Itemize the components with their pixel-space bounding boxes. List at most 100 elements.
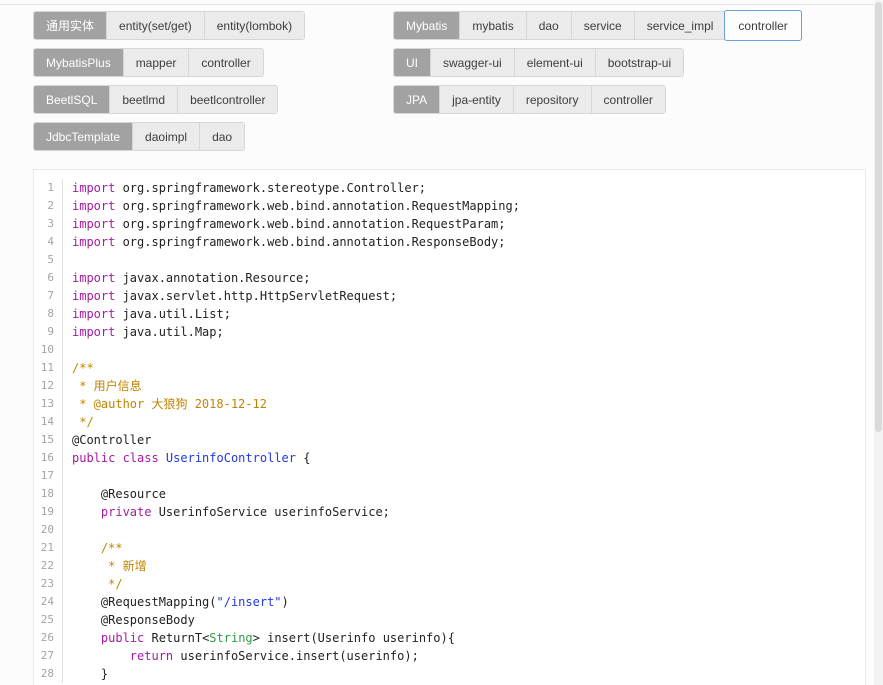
- tab-mybatis-plus-controller[interactable]: controller: [188, 49, 262, 76]
- code-token: org.springframework.web.bind.annotation.…: [115, 199, 520, 213]
- code-line: 18 @Resource: [34, 485, 865, 503]
- tab-mybatis-service-impl[interactable]: service_impl: [634, 12, 726, 39]
- line-number: 6: [34, 269, 62, 287]
- code-line: 4import org.springframework.web.bind.ann…: [34, 233, 865, 251]
- line-number: 21: [34, 539, 62, 557]
- tab-group-label-beetlsql: BeetlSQL: [34, 86, 109, 113]
- code-line: 22 * 新增: [34, 557, 865, 575]
- tab-jpa-controller[interactable]: controller: [591, 86, 665, 113]
- tab-jdbc-template-daoimpl[interactable]: daoimpl: [132, 123, 199, 150]
- code-line-text: return userinfoService.insert(userinfo);: [62, 647, 865, 665]
- code-token: */: [72, 415, 94, 429]
- code-line-text: import org.springframework.stereotype.Co…: [62, 179, 865, 197]
- tab-mybatis-plus-mapper[interactable]: mapper: [123, 49, 189, 76]
- vertical-scrollbar[interactable]: [874, 0, 883, 685]
- toolbar-right-column: Mybatismybatisdaoserviceservice_implcont…: [393, 11, 802, 151]
- code-line-text: * 新增: [62, 557, 865, 575]
- line-number: 15: [34, 431, 62, 449]
- tab-mybatis-controller[interactable]: controller: [724, 10, 801, 41]
- code-token: * 新增: [72, 559, 147, 573]
- line-number: 27: [34, 647, 62, 665]
- code-line-text: public ReturnT<String> insert(Userinfo u…: [62, 629, 865, 647]
- tab-ui-element-ui[interactable]: element-ui: [514, 49, 595, 76]
- tab-group-mybatis-plus: MybatisPlusmappercontroller: [33, 48, 264, 77]
- line-number: 19: [34, 503, 62, 521]
- code-line-text: [62, 467, 865, 485]
- code-token: import: [72, 199, 115, 213]
- tab-group-beetlsql: BeetlSQLbeetlmdbeetlcontroller: [33, 85, 278, 114]
- tab-group-mybatis: Mybatismybatisdaoserviceservice_implcont…: [393, 11, 802, 40]
- code-line: 10: [34, 341, 865, 359]
- code-line: 28 }: [34, 665, 865, 683]
- line-number: 24: [34, 593, 62, 611]
- code-token: > insert(Userinfo userinfo){: [253, 631, 455, 645]
- tab-group-label-jdbc-template: JdbcTemplate: [34, 123, 132, 150]
- code-token: /**: [72, 541, 123, 555]
- line-number: 8: [34, 305, 62, 323]
- code-line-text: /**: [62, 359, 865, 377]
- code-token: org.springframework.web.bind.annotation.…: [115, 217, 505, 231]
- scrollbar-thumb[interactable]: [875, 2, 882, 432]
- code-token: UserinfoController: [166, 451, 296, 465]
- code-line-text: [62, 251, 865, 269]
- code-line: 12 * 用户信息: [34, 377, 865, 395]
- code-line-text: * @author 大狼狗 2018-12-12: [62, 395, 865, 413]
- code-line-text: import javax.annotation.Resource;: [62, 269, 865, 287]
- code-token: @Controller: [72, 433, 151, 447]
- code-line-text: @Resource: [62, 485, 865, 503]
- code-token: import: [72, 271, 115, 285]
- code-line-text: @Controller: [62, 431, 865, 449]
- code-line: 6import javax.annotation.Resource;: [34, 269, 865, 287]
- code-line: 14 */: [34, 413, 865, 431]
- tab-group-label-jpa: JPA: [394, 86, 439, 113]
- tab-ui-bootstrap-ui[interactable]: bootstrap-ui: [595, 49, 683, 76]
- tab-group-jpa: JPAjpa-entityrepositorycontroller: [393, 85, 666, 114]
- code-line: 15 @Controller: [34, 431, 865, 449]
- code-token: return: [130, 649, 173, 663]
- tab-ui-swagger-ui[interactable]: swagger-ui: [430, 49, 514, 76]
- code-line-text: * 用户信息: [62, 377, 865, 395]
- line-number: 17: [34, 467, 62, 485]
- line-number: 12: [34, 377, 62, 395]
- tab-common-entity-entity-set-get[interactable]: entity(set/get): [106, 12, 204, 39]
- code-line: 21 /**: [34, 539, 865, 557]
- line-number: 23: [34, 575, 62, 593]
- tab-mybatis-service[interactable]: service: [571, 12, 634, 39]
- code-line: 25 @ResponseBody: [34, 611, 865, 629]
- code-line: 5: [34, 251, 865, 269]
- line-number: 3: [34, 215, 62, 233]
- code-token: ): [282, 595, 289, 609]
- code-editor[interactable]: 1import org.springframework.stereotype.C…: [33, 169, 866, 685]
- code-token: * @author 大狼狗 2018-12-12: [72, 397, 267, 411]
- code-line: 7import javax.servlet.http.HttpServletRe…: [34, 287, 865, 305]
- code-line-text: private UserinfoService userinfoService;: [62, 503, 865, 521]
- tab-jdbc-template-dao[interactable]: dao: [199, 123, 244, 150]
- code-token: String: [209, 631, 252, 645]
- code-generator-page: 通用实体entity(set/get)entity(lombok) Mybatis…: [0, 0, 883, 685]
- code-line: 19 private UserinfoService userinfoServi…: [34, 503, 865, 521]
- code-lines: 1import org.springframework.stereotype.C…: [34, 179, 865, 683]
- tab-jpa-repository[interactable]: repository: [513, 86, 591, 113]
- code-line-text: [62, 521, 865, 539]
- tab-common-entity-entity-lombok[interactable]: entity(lombok): [204, 12, 304, 39]
- tab-group-label-mybatis: Mybatis: [394, 12, 459, 39]
- code-token: {: [296, 451, 310, 465]
- tab-mybatis-mybatis[interactable]: mybatis: [459, 12, 525, 39]
- tab-jpa-jpa-entity[interactable]: jpa-entity: [439, 86, 513, 113]
- line-number: 10: [34, 341, 62, 359]
- code-token: private: [101, 505, 152, 519]
- code-token: java.util.Map;: [115, 325, 223, 339]
- line-number: 9: [34, 323, 62, 341]
- tab-mybatis-dao[interactable]: dao: [526, 12, 571, 39]
- code-token: import: [72, 289, 115, 303]
- line-number: 25: [34, 611, 62, 629]
- tab-group-label-common-entity: 通用实体: [34, 12, 106, 39]
- tab-group-jdbc-template: JdbcTemplatedaoimpldao: [33, 122, 245, 151]
- line-number: 18: [34, 485, 62, 503]
- tab-beetlsql-beetlmd[interactable]: beetlmd: [109, 86, 177, 113]
- code-line-text: [62, 341, 865, 359]
- tab-beetlsql-beetlcontroller[interactable]: beetlcontroller: [177, 86, 277, 113]
- code-line-text: /**: [62, 539, 865, 557]
- code-line: 17: [34, 467, 865, 485]
- code-token: UserinfoService userinfoService;: [151, 505, 389, 519]
